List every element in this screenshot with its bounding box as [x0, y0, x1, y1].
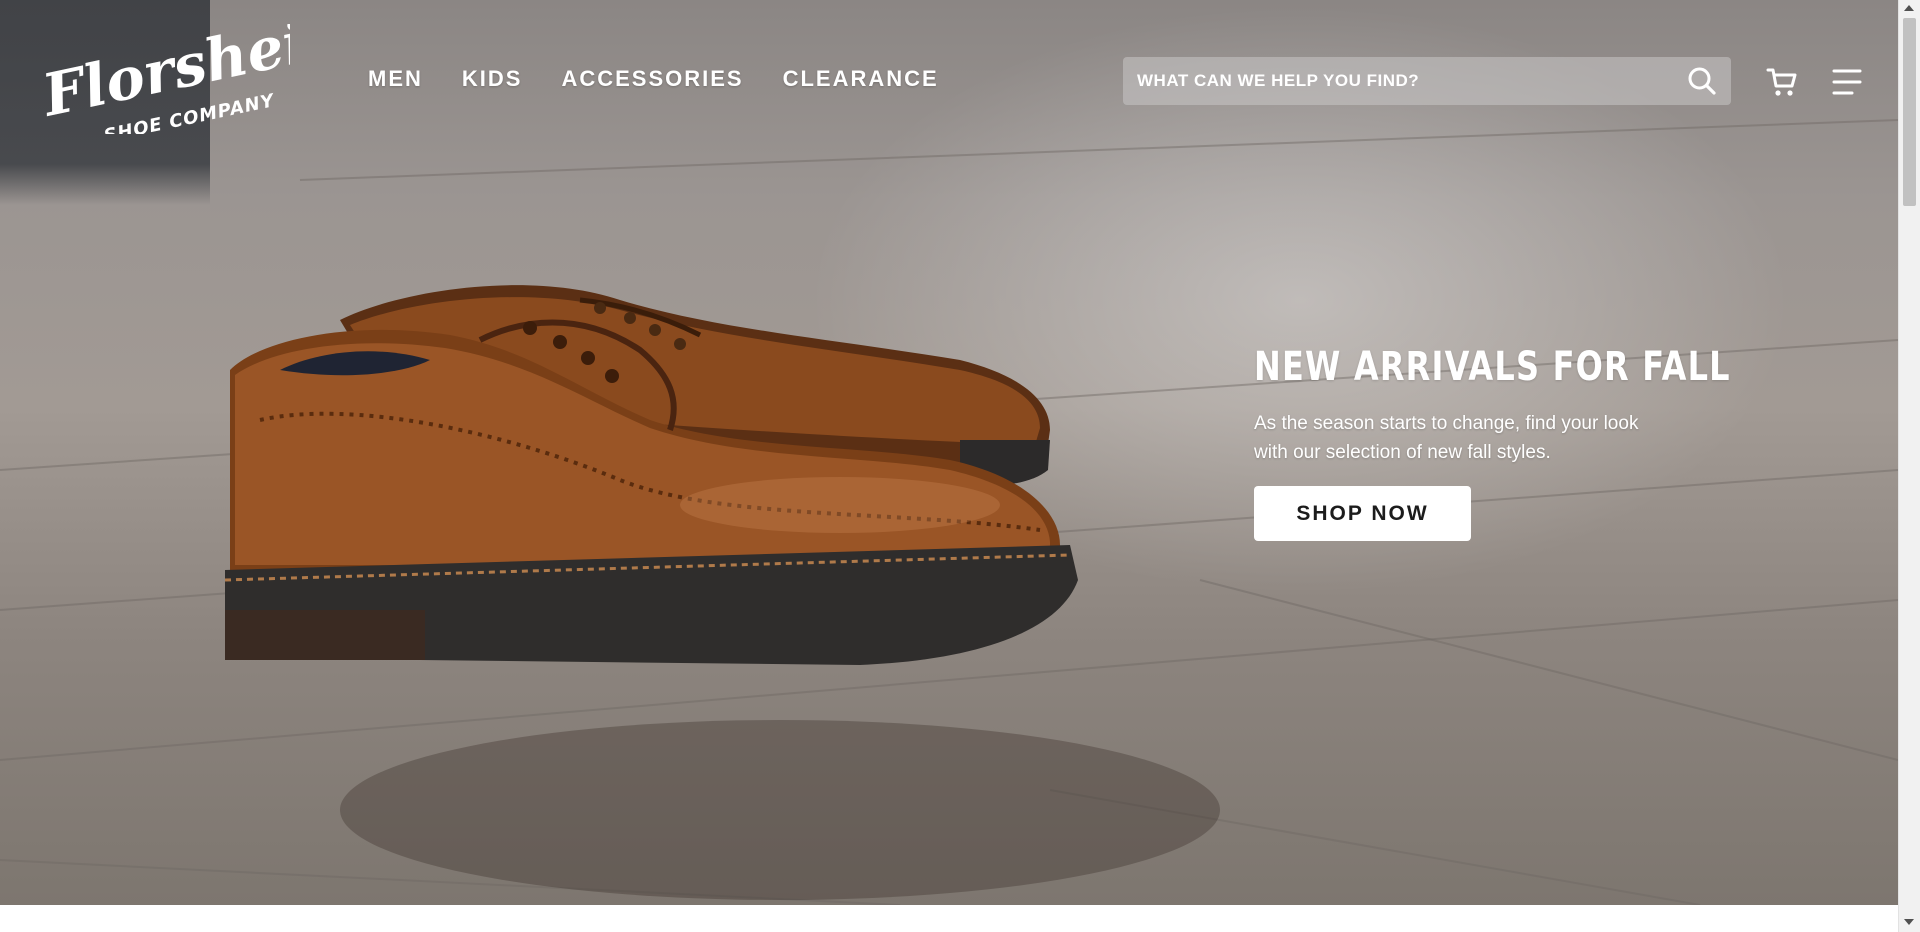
hero-promo: NEW ARRIVALS FOR FALL As the season star… — [1254, 343, 1774, 541]
florsheim-logo[interactable]: Florsheim SHOE COMPANY — [35, 0, 372, 147]
shop-now-button[interactable]: SHOP NOW — [1254, 486, 1471, 541]
nav-item-men[interactable]: MEN — [368, 66, 423, 92]
search-bar — [1123, 57, 1731, 105]
nav-item-kids[interactable]: KIDS — [462, 66, 523, 92]
site-header: Florsheim SHOE COMPANY MEN KIDS ACCESSOR… — [0, 0, 1898, 165]
logo-mark: Florsheim SHOE COMPANY — [35, 0, 372, 147]
hero-shoes-image — [224, 285, 1078, 665]
page-scrollbar[interactable] — [1898, 0, 1920, 932]
scrollbar-thumb[interactable] — [1903, 18, 1916, 206]
nav-item-clearance[interactable]: CLEARANCE — [783, 66, 939, 92]
scroll-up-arrow-icon[interactable] — [1904, 5, 1914, 11]
hero-description: As the season starts to change, find you… — [1254, 413, 1639, 463]
search-button[interactable] — [1687, 66, 1717, 96]
hero-title: NEW ARRIVALS FOR FALL — [1254, 344, 1731, 390]
below-fold-area — [0, 905, 1898, 932]
search-input[interactable] — [1137, 57, 1657, 105]
cart-button[interactable] — [1766, 66, 1798, 98]
menu-button[interactable] — [1832, 68, 1862, 96]
scroll-down-arrow-icon[interactable] — [1904, 919, 1914, 925]
primary-nav: MEN KIDS ACCESSORIES CLEARANCE — [368, 66, 978, 92]
cart-icon — [1766, 68, 1797, 96]
hamburger-menu-icon — [1832, 69, 1862, 95]
nav-item-accessories[interactable]: ACCESSORIES — [561, 66, 743, 92]
search-icon — [1688, 67, 1716, 95]
page: Florsheim SHOE COMPANY MEN KIDS ACCESSOR… — [0, 0, 1920, 932]
